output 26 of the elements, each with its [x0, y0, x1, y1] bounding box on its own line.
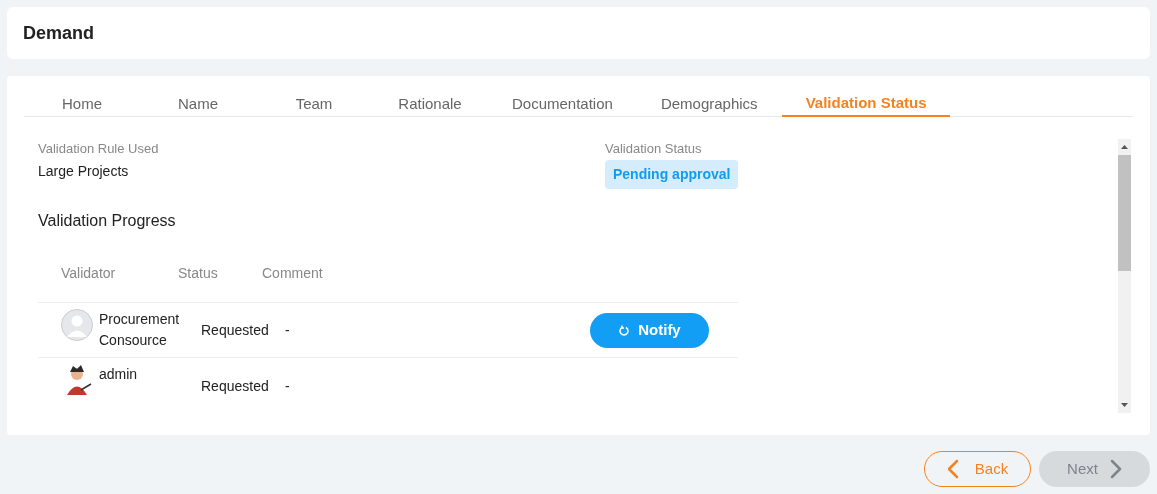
section-title: Validation Progress [38, 211, 177, 231]
table-cell-text: Requested [201, 377, 270, 396]
validator-name: admin [99, 365, 139, 384]
chevron-right-icon [1109, 459, 1122, 479]
field-label: Validation Rule Used [38, 139, 160, 158]
column-header: Comment [262, 264, 323, 283]
table-cell-text: Requested [201, 320, 270, 340]
table-cell-text: - [285, 320, 290, 340]
chevron-left-icon [946, 459, 959, 479]
field-value: Large Projects [38, 162, 130, 181]
avatar-icon [61, 309, 93, 341]
column-header: Validator [60, 264, 117, 283]
validator-name: Procurement Consource [99, 310, 181, 350]
column-header: Status [178, 264, 219, 283]
tab[interactable]: Demographics [636, 92, 782, 116]
scrollbar-thumb[interactable] [1118, 154, 1132, 271]
tab[interactable]: Rationale [372, 92, 488, 116]
tab[interactable]: Documentation [488, 92, 637, 116]
tab[interactable]: Name [140, 92, 256, 116]
page-title: Demand [23, 21, 94, 45]
tab[interactable]: Team [256, 92, 372, 116]
status-badge: Pending approval [605, 160, 739, 189]
field-label: Validation Status [605, 139, 702, 158]
table-cell-text: - [285, 377, 290, 396]
tab[interactable]: Home [24, 92, 140, 116]
refresh-icon [619, 324, 630, 336]
